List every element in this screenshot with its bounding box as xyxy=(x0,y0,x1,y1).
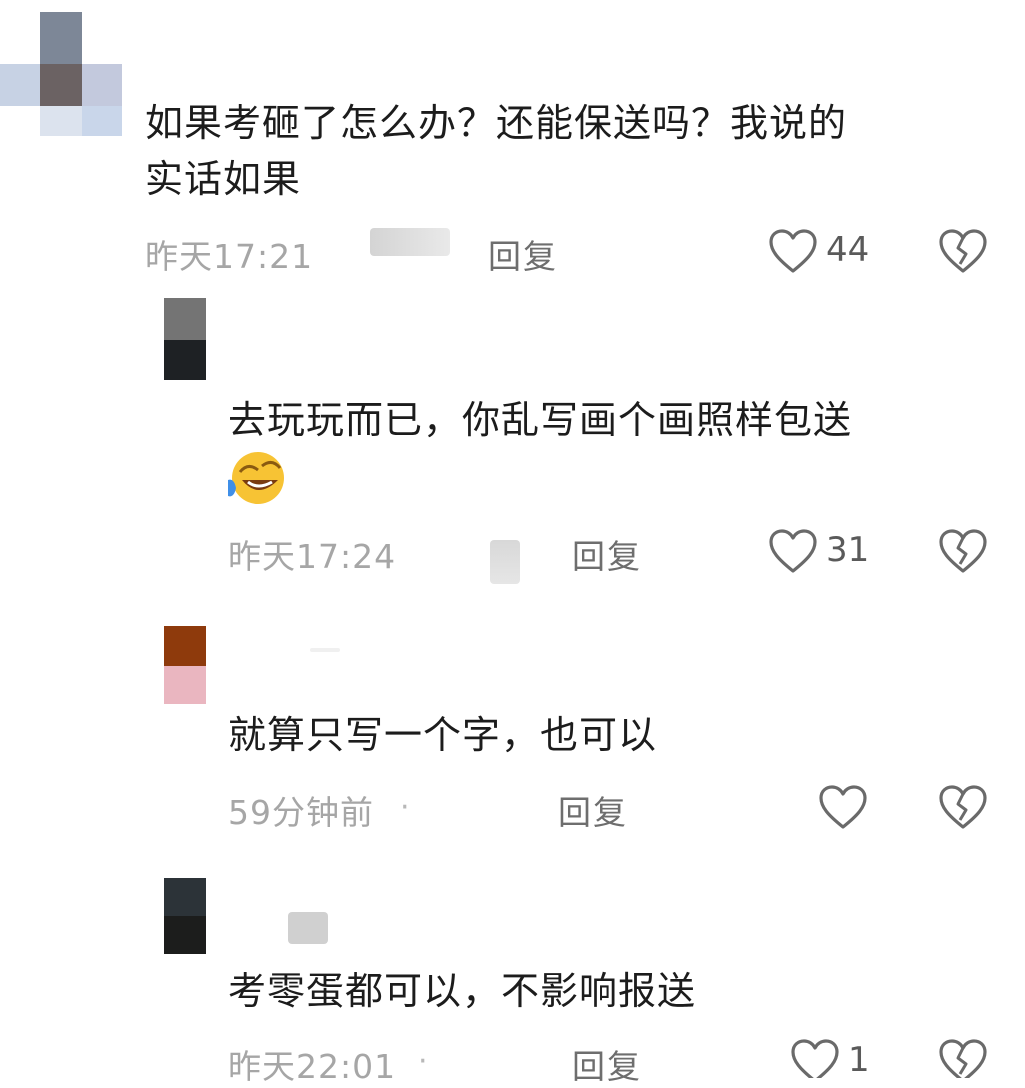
comment-timestamp: 昨天17:21 xyxy=(145,237,314,276)
separator-dot: · xyxy=(418,1044,428,1079)
reply-button[interactable]: 回复 xyxy=(572,1040,642,1088)
broken-heart-icon[interactable] xyxy=(938,784,988,830)
avatar[interactable] xyxy=(164,878,206,954)
comment-text: 如果考砸了怎么办？还能保送吗？我说的 实话如果 xyxy=(145,101,848,201)
like-count: 1 xyxy=(848,1040,870,1080)
reply-button[interactable]: 回复 xyxy=(488,230,558,278)
reply-timestamp: 59分钟前 xyxy=(228,793,374,832)
reply-text: 去玩玩而已，你乱写画个画照样包送 xyxy=(228,398,853,442)
avatar[interactable] xyxy=(164,626,206,704)
like-count: 44 xyxy=(826,230,870,270)
avatar[interactable] xyxy=(164,298,206,380)
location-tag xyxy=(370,228,450,256)
heart-outline-icon[interactable] xyxy=(818,784,868,830)
avatar[interactable] xyxy=(0,12,125,137)
username-blur xyxy=(288,912,328,944)
reply-text: 就算只写一个字，也可以 xyxy=(228,713,658,757)
separator-dot: · xyxy=(400,790,410,825)
laughing-crying-emoji-icon xyxy=(226,450,286,508)
broken-heart-icon[interactable] xyxy=(938,1038,988,1078)
broken-heart-icon[interactable] xyxy=(938,228,988,274)
reply-button[interactable]: 回复 xyxy=(572,530,642,578)
reply-text: 考零蛋都可以，不影响报送 xyxy=(228,969,697,1013)
location-tag xyxy=(490,540,520,584)
heart-outline-icon[interactable] xyxy=(768,228,818,274)
heart-outline-icon[interactable] xyxy=(768,528,818,574)
reply-timestamp: 昨天22:01 xyxy=(228,1047,397,1086)
broken-heart-icon[interactable] xyxy=(938,528,988,574)
heart-outline-icon[interactable] xyxy=(790,1038,840,1078)
username-blur xyxy=(310,648,340,652)
reply-timestamp: 昨天17:24 xyxy=(228,537,397,576)
reply-button[interactable]: 回复 xyxy=(558,786,628,834)
like-count: 31 xyxy=(826,530,870,570)
